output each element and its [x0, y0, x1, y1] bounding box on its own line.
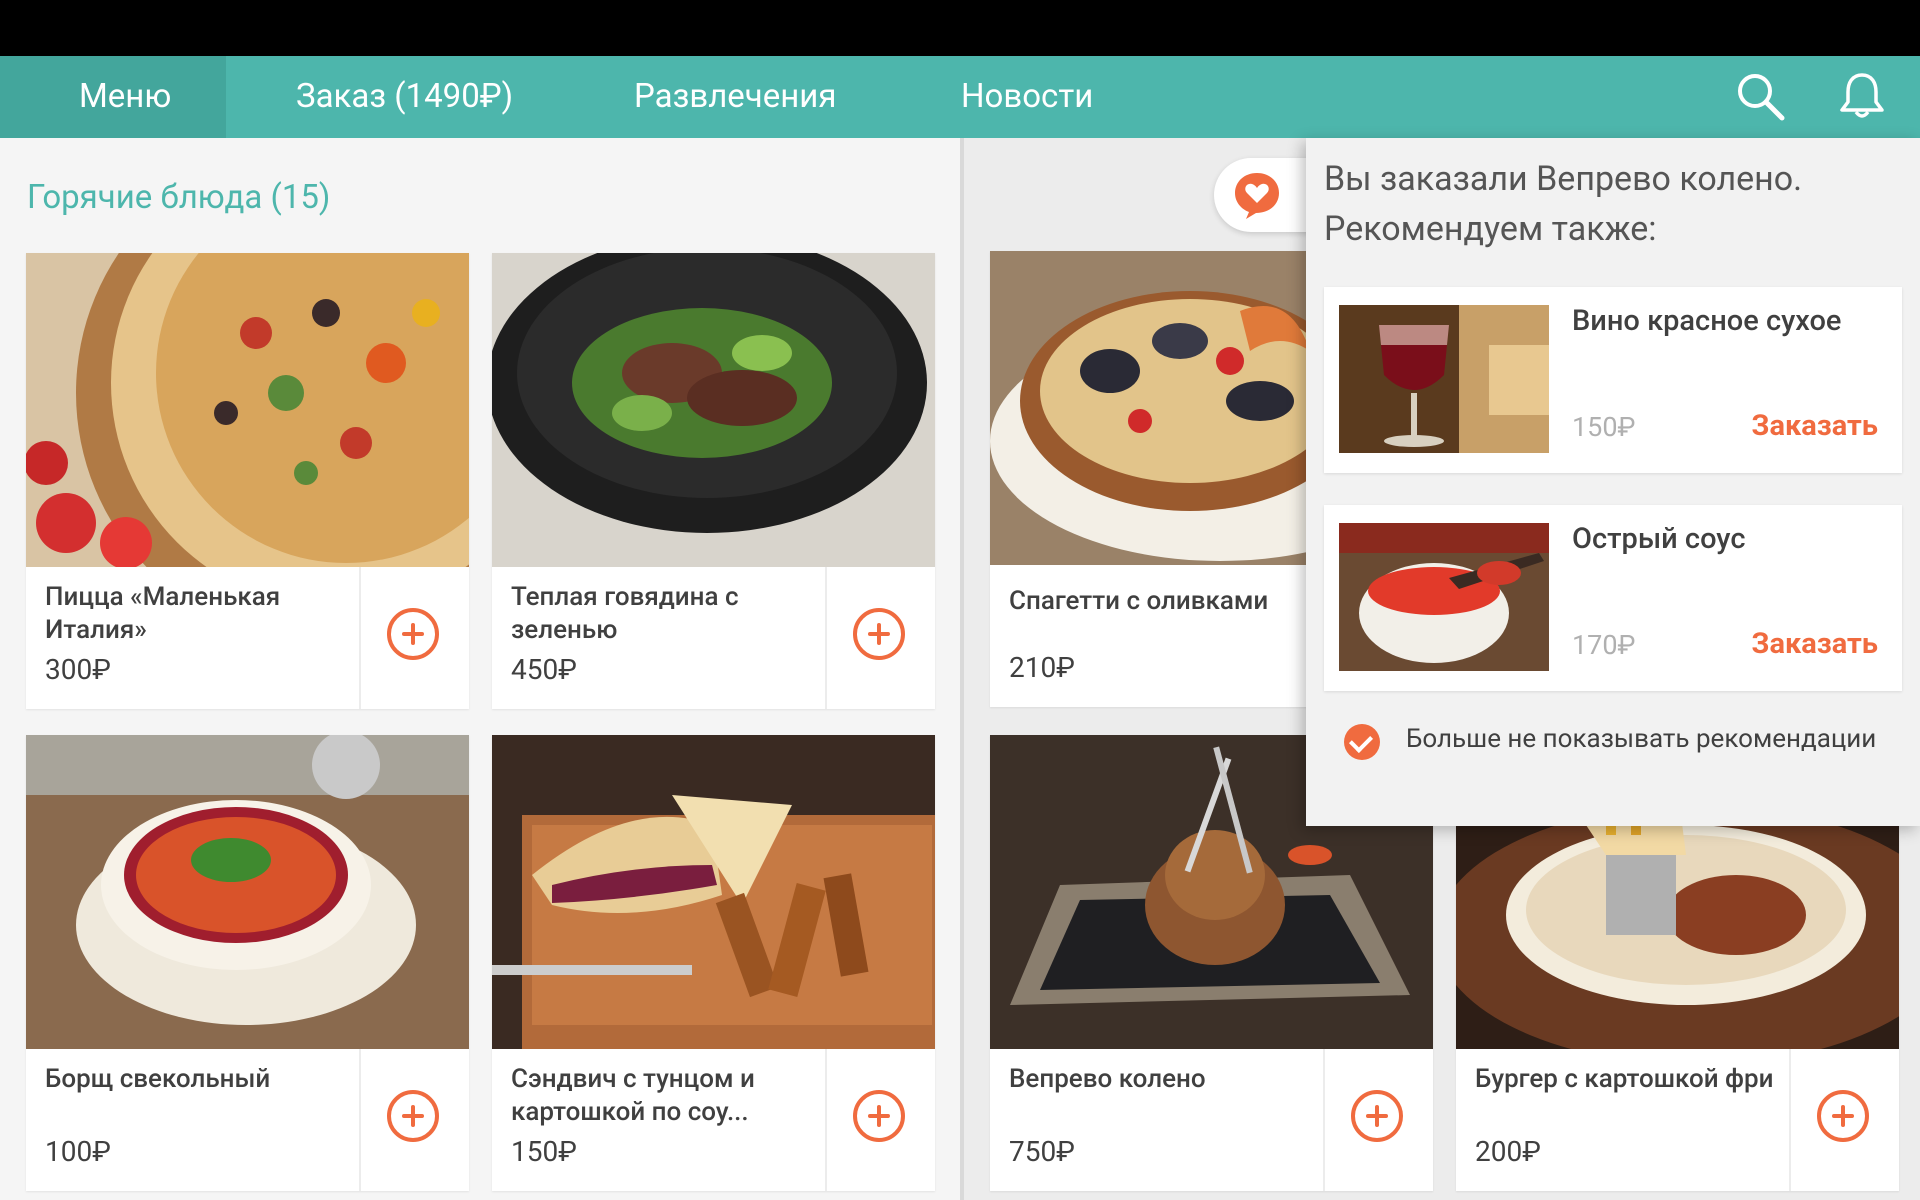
dish-info: Спагетти с оливками 210₽: [990, 565, 1323, 707]
tab-menu-label: Меню: [79, 77, 172, 116]
favorites-button[interactable]: [1214, 158, 1314, 232]
bell-icon[interactable]: [1836, 70, 1888, 122]
dish-name: Вепрево колено: [1009, 1064, 1206, 1094]
tab-entertainment-label: Развлечения: [634, 77, 837, 116]
dish-info: Теплая говядина с зеленью 450₽: [492, 567, 825, 709]
dish-name: Бургер с картошкой фри: [1475, 1064, 1774, 1094]
status-bar: [0, 0, 1920, 56]
dish-price: 300₽: [45, 653, 111, 686]
add-zone: [1323, 1049, 1435, 1191]
dish-price: 200₽: [1475, 1135, 1541, 1168]
dish-card[interactable]: Сэндвич с тунцом и картошкой по соу... 1…: [492, 735, 935, 1191]
recommendation-price: 170₽: [1572, 629, 1636, 661]
add-to-order-button[interactable]: [387, 1090, 439, 1142]
add-to-order-button[interactable]: [853, 608, 905, 660]
heart-chat-icon: [1235, 173, 1279, 219]
dish-info: Сэндвич с тунцом и картошкой по соу... 1…: [492, 1049, 825, 1191]
dish-price: 450₽: [511, 653, 577, 686]
add-zone: [825, 567, 937, 709]
add-to-order-button[interactable]: [387, 608, 439, 660]
recommendation-price: 150₽: [1572, 411, 1636, 443]
dish-info: Бургер с картошкой фри 200₽: [1456, 1049, 1789, 1191]
recommendation-popup: Вы заказали Вепрево колено. Рекомендуем …: [1306, 138, 1920, 826]
dish-price: 750₽: [1009, 1135, 1075, 1168]
dish-name: Теплая говядина с зеленью: [511, 582, 739, 645]
dish-price: 100₽: [45, 1135, 111, 1168]
dish-name: Пицца «Маленькая Италия»: [45, 582, 281, 645]
checkbox-checked-icon[interactable]: [1344, 724, 1380, 760]
tab-entertainment[interactable]: Развлечения: [634, 56, 836, 138]
popup-message: Вы заказали Вепрево колено. Рекомендуем …: [1324, 159, 1803, 249]
dish-info: Вепрево колено 750₽: [990, 1049, 1323, 1191]
recommendation-card[interactable]: Острый соус 170₽ Заказать: [1324, 505, 1902, 691]
dish-photo: [26, 253, 469, 567]
order-button[interactable]: Заказать: [1752, 627, 1878, 661]
top-nav: Меню Заказ (1490₽) Развлечения Новости: [0, 56, 1920, 138]
recommendation-card[interactable]: Вино красное сухое 150₽ Заказать: [1324, 287, 1902, 473]
dish-name: Сэндвич с тунцом и картошкой по соу...: [511, 1064, 755, 1127]
recommendation-photo: [1339, 305, 1549, 453]
tab-order[interactable]: Заказ (1490₽): [296, 56, 513, 138]
dish-photo: [492, 253, 935, 567]
add-to-order-button[interactable]: [1817, 1090, 1869, 1142]
search-icon[interactable]: [1734, 70, 1786, 122]
dish-info: Борщ свекольный 100₽: [26, 1049, 359, 1191]
dont-show-label: Больше не показывать рекомендации: [1406, 724, 1877, 754]
add-zone: [359, 567, 471, 709]
add-zone: [1789, 1049, 1901, 1191]
dish-price: 150₽: [511, 1135, 577, 1168]
tab-menu[interactable]: Меню: [0, 56, 226, 138]
dish-price: 210₽: [1009, 651, 1075, 684]
tab-order-label: Заказ (1490₽): [296, 77, 514, 116]
dish-info: Пицца «Маленькая Италия» 300₽: [26, 567, 359, 709]
recommendation-photo: [1339, 523, 1549, 671]
add-to-order-button[interactable]: [1351, 1090, 1403, 1142]
dish-name: Спагетти с оливками: [1009, 586, 1269, 616]
add-to-order-button[interactable]: [853, 1090, 905, 1142]
dish-photo: [26, 735, 469, 1049]
add-zone: [825, 1049, 937, 1191]
menu-panel-left: Горячие блюда (15) Пицца «Маленькая Итал…: [0, 138, 960, 1200]
tab-news-label: Новости: [961, 77, 1094, 116]
tab-news[interactable]: Новости: [961, 56, 1093, 138]
dish-card[interactable]: Пицца «Маленькая Италия» 300₽: [26, 253, 469, 709]
dish-photo: [492, 735, 935, 1049]
recommendation-name: Острый соус: [1572, 522, 1746, 556]
recommendation-name: Вино красное сухое: [1572, 304, 1842, 338]
order-button[interactable]: Заказать: [1752, 409, 1878, 443]
section-title: Горячие блюда (15): [27, 178, 331, 217]
dish-card[interactable]: Борщ свекольный 100₽: [26, 735, 469, 1191]
add-zone: [359, 1049, 471, 1191]
dish-card[interactable]: Теплая говядина с зеленью 450₽: [492, 253, 935, 709]
dish-name: Борщ свекольный: [45, 1064, 271, 1094]
